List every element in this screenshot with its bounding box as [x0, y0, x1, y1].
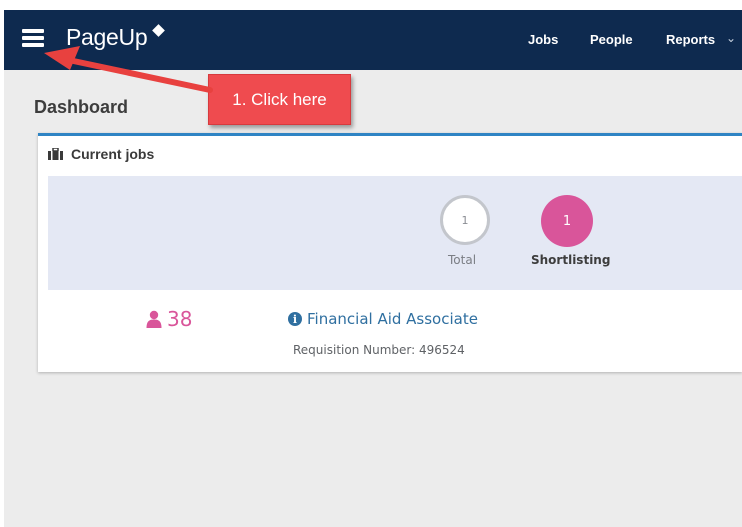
app-window: PageUp Jobs People Reports ⌄ Dashboard C…: [4, 10, 742, 527]
annotation-arrow-icon: [44, 46, 213, 93]
